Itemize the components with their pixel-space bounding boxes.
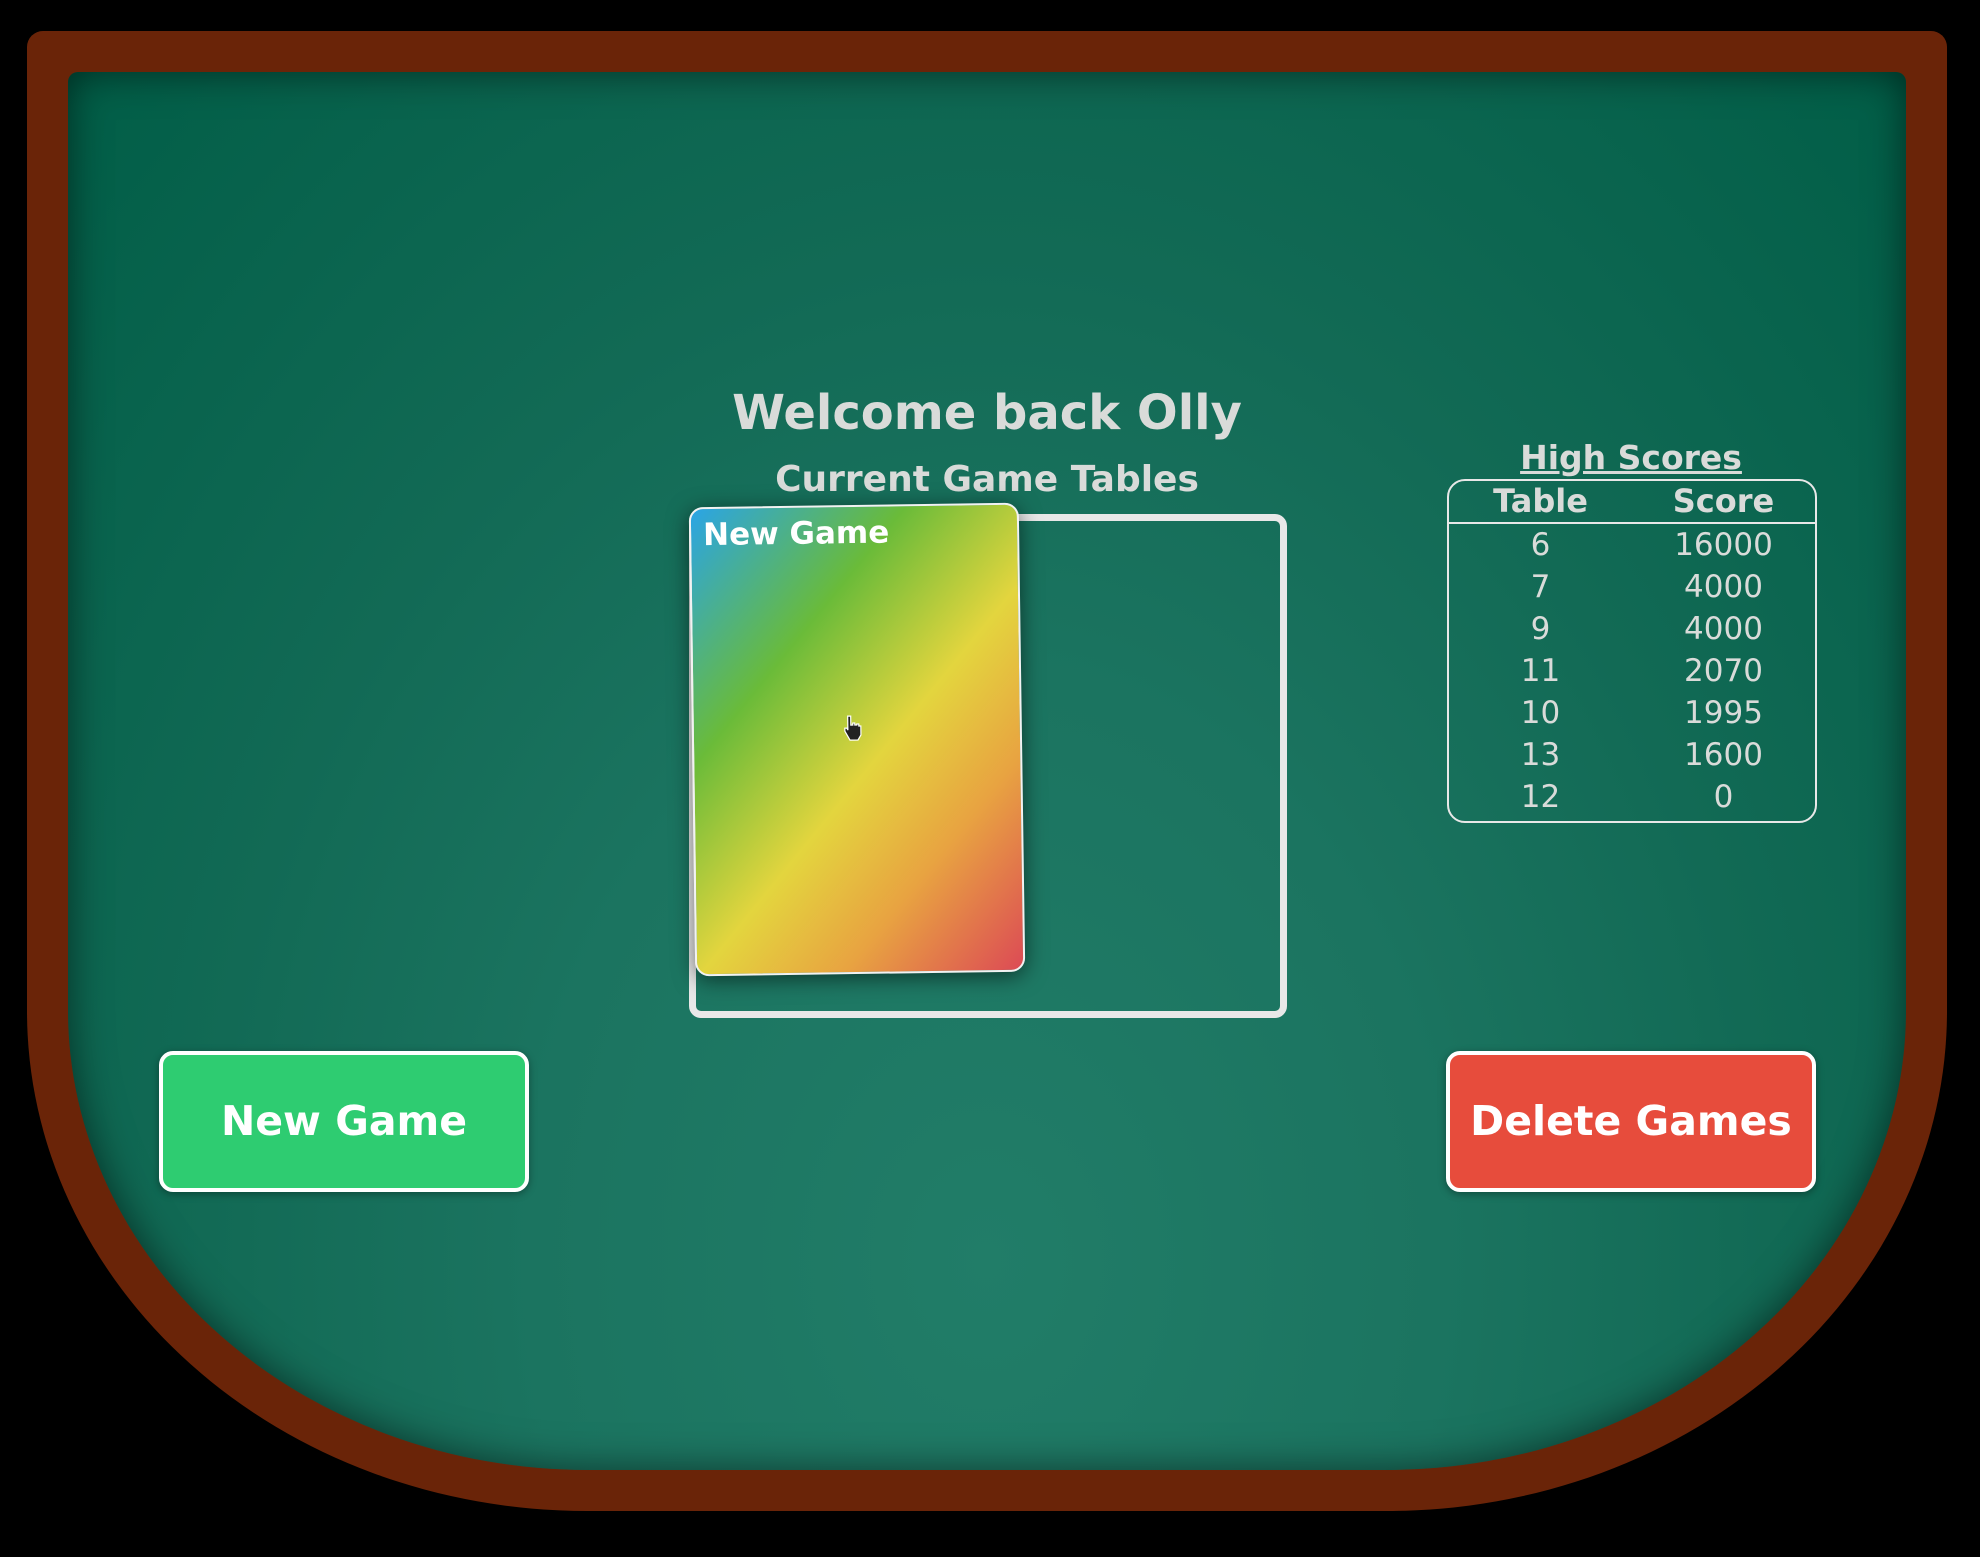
score-cell: 4000	[1684, 569, 1763, 605]
delete-games-button[interactable]: Delete Games	[1446, 1051, 1816, 1192]
score-cell: 4000	[1684, 611, 1763, 647]
score-column-header: Score	[1672, 482, 1775, 520]
table-column-header: Table	[1493, 482, 1588, 520]
hand-pointer-icon	[844, 715, 862, 741]
score-cell: 0	[1713, 779, 1734, 815]
table-row: 13 1600	[1449, 734, 1815, 776]
table-number-cell: 7	[1530, 569, 1551, 605]
table-row: 9 4000	[1449, 608, 1815, 650]
high-scores-heading: High Scores	[1520, 438, 1742, 477]
welcome-heading: Welcome back Olly	[732, 385, 1242, 441]
table-number-cell: 12	[1520, 779, 1561, 815]
table-number-cell: 10	[1520, 695, 1561, 731]
high-scores-table: Table Score 6 16000 7 4000 9 4000 11 207…	[1447, 479, 1817, 823]
table-number-cell: 11	[1520, 653, 1561, 689]
high-scores-header-row: Table Score	[1449, 481, 1815, 524]
new-game-card-label: New Game	[702, 514, 890, 554]
table-number-cell: 9	[1530, 611, 1551, 647]
table-row: 11 2070	[1449, 650, 1815, 692]
table-row: 7 4000	[1449, 566, 1815, 608]
table-row: 12 0	[1449, 776, 1815, 818]
score-cell: 16000	[1674, 527, 1773, 563]
score-cell: 1995	[1684, 695, 1763, 731]
table-row: 10 1995	[1449, 692, 1815, 734]
score-cell: 1600	[1684, 737, 1763, 773]
new-game-card[interactable]: New Game	[688, 502, 1026, 977]
table-number-cell: 13	[1520, 737, 1561, 773]
new-game-button[interactable]: New Game	[159, 1051, 529, 1192]
table-number-cell: 6	[1530, 527, 1551, 563]
table-row: 6 16000	[1449, 524, 1815, 566]
score-cell: 2070	[1684, 653, 1763, 689]
